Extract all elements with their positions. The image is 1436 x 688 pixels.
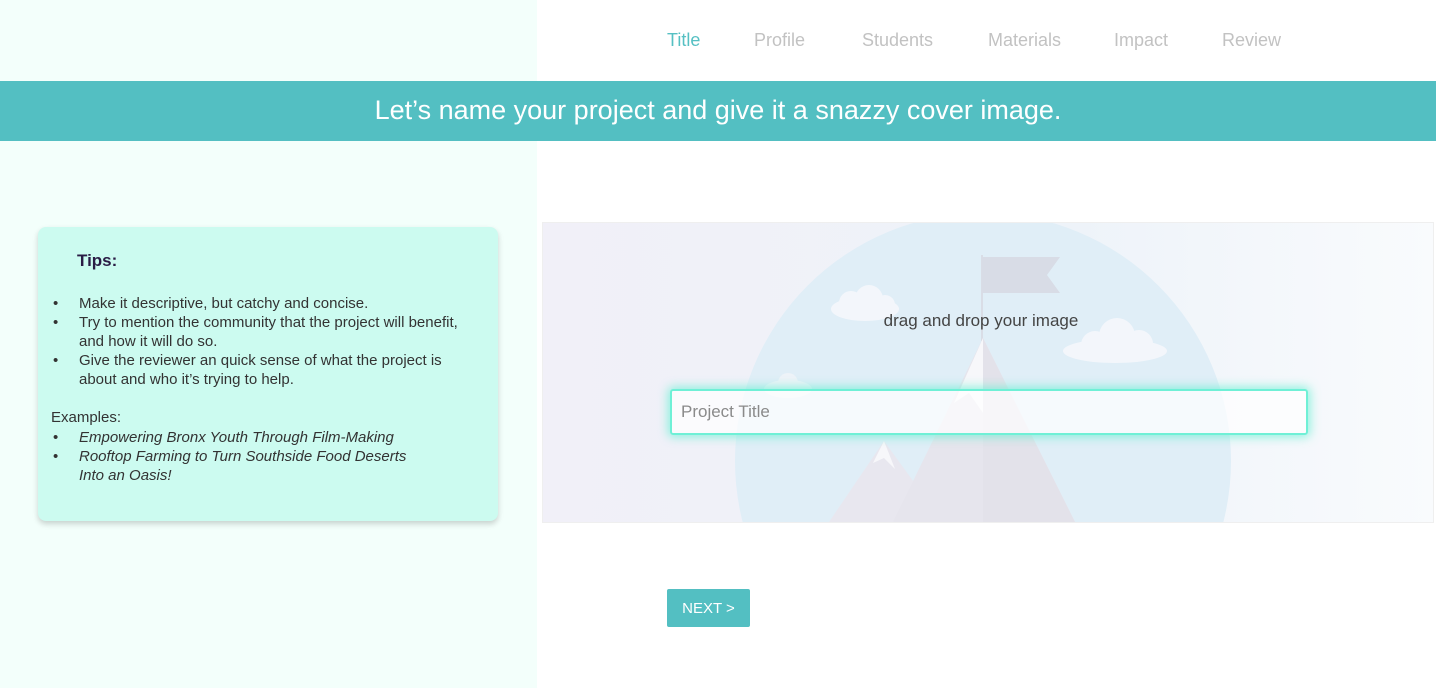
step-impact[interactable]: Impact — [1114, 30, 1168, 51]
project-title-page: Title Profile Students Materials Impact … — [0, 0, 1436, 688]
mountain-flag-illustration — [735, 223, 1231, 522]
tip-item: Make it descriptive, but catchy and conc… — [51, 294, 471, 313]
steps-nav: Title Profile Students Materials Impact … — [0, 30, 1436, 56]
image-dropzone[interactable]: drag and drop your image — [542, 222, 1434, 523]
example-item: Empowering Bronx Youth Through Film-Maki… — [51, 428, 411, 447]
instruction-banner: Let’s name your project and give it a sn… — [0, 81, 1436, 141]
examples-label: Examples: — [51, 409, 122, 426]
tip-item: Try to mention the community that the pr… — [51, 313, 471, 351]
step-title[interactable]: Title — [667, 30, 700, 51]
next-button[interactable]: NEXT > — [667, 589, 750, 627]
drop-instructions: drag and drop your image — [883, 311, 1079, 330]
project-title-input[interactable] — [670, 389, 1308, 435]
step-students[interactable]: Students — [862, 30, 933, 51]
tips-title: Tips: — [77, 251, 118, 270]
example-item: Rooftop Farming to Turn Southside Food D… — [51, 447, 411, 485]
tips-card: Tips: Make it descriptive, but catchy an… — [38, 227, 498, 521]
step-materials[interactable]: Materials — [988, 30, 1061, 51]
tip-item: Give the reviewer an quick sense of what… — [51, 351, 471, 389]
step-profile[interactable]: Profile — [754, 30, 805, 51]
step-review[interactable]: Review — [1222, 30, 1281, 51]
tips-list: Make it descriptive, but catchy and conc… — [51, 294, 471, 389]
examples-list: Empowering Bronx Youth Through Film-Maki… — [51, 428, 411, 485]
